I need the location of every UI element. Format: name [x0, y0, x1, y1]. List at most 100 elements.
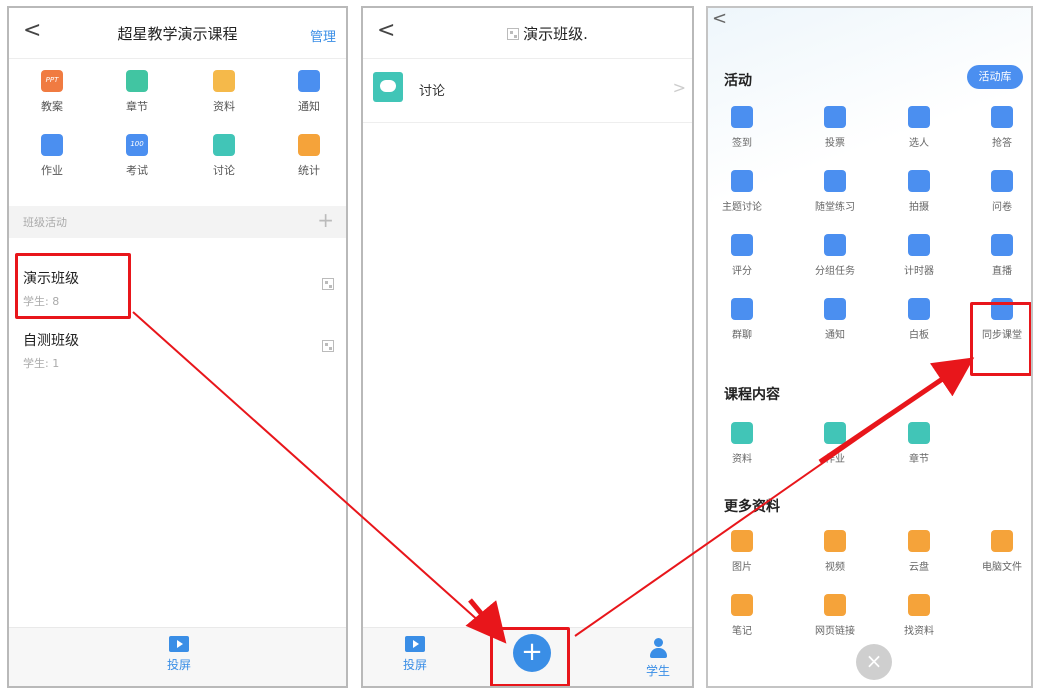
tool-panel3-more-3[interactable]: 电脑文件 [972, 530, 1031, 573]
tool-label: 选人 [909, 138, 929, 149]
activities-heading: 活动 [724, 73, 752, 89]
tool-panel3-course-0[interactable]: 资料 [712, 422, 772, 465]
header: < 演示班级. [363, 8, 692, 59]
tool-panel3-activities-4[interactable]: 主题讨论 [712, 170, 772, 213]
tool-panel3-activities-3[interactable]: 抢答 [972, 106, 1031, 149]
screen-cast-label: 投屏 [166, 658, 191, 672]
list-icon [908, 422, 930, 444]
back-icon[interactable]: < [712, 8, 727, 29]
play-icon [991, 234, 1013, 256]
tool-panel3-more-5[interactable]: 网页链接 [805, 594, 865, 637]
video-icon [824, 530, 846, 552]
highlight-box [490, 627, 570, 686]
highlight-box [15, 253, 131, 319]
tool-panel3-more-1[interactable]: 视频 [805, 530, 865, 573]
tool-panel3-activities-10[interactable]: 计时器 [889, 234, 949, 277]
discussion-row[interactable]: 讨论 > [363, 60, 692, 123]
manage-button[interactable]: 管理 [310, 26, 336, 45]
tool-label: 作业 [41, 164, 63, 177]
tool-panel3-activities-5[interactable]: 随堂练习 [805, 170, 865, 213]
tool-panel3-activities-7[interactable]: 问卷 [972, 170, 1031, 213]
tool-panel3-more-6[interactable]: 找资料 [889, 594, 949, 637]
tap-icon [731, 106, 753, 128]
qr-code-icon[interactable] [322, 340, 334, 352]
screen-cast-button[interactable]: 投屏 [385, 636, 445, 673]
tool-label: 评分 [732, 266, 752, 277]
tool-panel3-activities-1[interactable]: 投票 [805, 106, 865, 149]
tool-label: 笔记 [732, 626, 752, 637]
tool-panel3-course-2[interactable]: 章节 [889, 422, 949, 465]
students-label: 学生 [645, 664, 670, 678]
tool-panel3-more-4[interactable]: 笔记 [712, 594, 772, 637]
screen-cast-label: 投屏 [402, 658, 427, 672]
chat-icon [213, 134, 235, 156]
back-icon[interactable]: < [377, 18, 395, 43]
tool-panel3-activities-13[interactable]: 通知 [805, 298, 865, 341]
qr-code-icon[interactable] [322, 278, 334, 290]
bottom-bar: 投屏 [9, 627, 346, 686]
checklist-icon [824, 234, 846, 256]
link-icon [824, 594, 846, 616]
tool-label: 统计 [298, 164, 320, 177]
screen-cast-icon [405, 636, 425, 652]
tool-label: 签到 [732, 138, 752, 149]
screen-cast-button[interactable]: 投屏 [149, 636, 209, 673]
chevron-right-icon: > [672, 78, 686, 97]
tool-label: 随堂练习 [815, 202, 855, 213]
tool-p1-6[interactable]: 讨论 [189, 134, 259, 178]
bar-chart-icon [824, 106, 846, 128]
course-screen: < 超星教学演示课程 管理 PPT 教案 章节 资料 通知 作业 100 考试 讨论 统计 班级活… [7, 6, 348, 688]
tool-panel3-activities-2[interactable]: 选人 [889, 106, 949, 149]
tool-label: 计时器 [904, 266, 934, 277]
tool-p1-2[interactable]: 资料 [189, 70, 259, 114]
tool-panel3-activities-12[interactable]: 群聊 [712, 298, 772, 341]
speaker-icon [298, 70, 320, 92]
person-icon [649, 638, 667, 658]
tool-label: 教案 [41, 100, 63, 113]
class-students: 学生: 1 [23, 357, 60, 370]
course-content-heading: 课程内容 [724, 387, 780, 403]
qr-code-icon[interactable] [507, 28, 520, 40]
tool-panel3-activities-9[interactable]: 分组任务 [805, 234, 865, 277]
tool-panel3-course-1[interactable]: 作业 [805, 422, 865, 465]
tool-panel3-activities-0[interactable]: 签到 [712, 106, 772, 149]
tool-panel3-activities-11[interactable]: 直播 [972, 234, 1031, 277]
close-button[interactable]: × [856, 644, 892, 680]
activity-library-button[interactable]: 活动库 [967, 65, 1023, 89]
tool-panel3-activities-8[interactable]: 评分 [712, 234, 772, 277]
microphone-icon [991, 106, 1013, 128]
activity-menu-screen: < 活动 活动库 签到 投票 选人 抢答主题讨论 随堂练习 拍摄 问卷评分 分组任务 计时器 直播… [706, 6, 1033, 688]
chat-icon [373, 72, 403, 102]
tool-label: 找资料 [904, 626, 934, 637]
tool-p1-0[interactable]: PPT 教案 [17, 70, 87, 114]
tool-panel3-more-0[interactable]: 图片 [712, 530, 772, 573]
chat-icon [731, 170, 753, 192]
tool-label: 主题讨论 [722, 202, 762, 213]
pencil-doc-icon [824, 422, 846, 444]
tool-p1-4[interactable]: 作业 [17, 134, 87, 178]
class-activity-section: 班级活动 + [9, 206, 346, 238]
tool-p1-5[interactable]: 100 考试 [102, 134, 172, 178]
tool-label: 资料 [732, 454, 752, 465]
quiz-icon [824, 170, 846, 192]
highlight-box [970, 302, 1031, 376]
class-name: 自测班级 [23, 333, 79, 349]
tool-label: 直播 [992, 266, 1012, 277]
more-materials-heading: 更多资料 [724, 499, 780, 515]
tool-label: 网页链接 [815, 626, 855, 637]
tool-label: 抢答 [992, 138, 1012, 149]
tool-panel3-activities-14[interactable]: 白板 [889, 298, 949, 341]
tool-label: 视频 [825, 562, 845, 573]
tool-label: 章节 [126, 100, 148, 113]
tool-p1-1[interactable]: 章节 [102, 70, 172, 114]
tool-panel3-more-2[interactable]: 云盘 [889, 530, 949, 573]
add-class-icon[interactable]: + [317, 208, 334, 232]
tool-label: 分组任务 [815, 266, 855, 277]
tool-p1-7[interactable]: 统计 [274, 134, 344, 178]
tool-panel3-activities-6[interactable]: 拍摄 [889, 170, 949, 213]
cloud-icon [908, 530, 930, 552]
students-button[interactable]: 学生 [646, 638, 670, 679]
tool-p1-3[interactable]: 通知 [274, 70, 344, 114]
class-item-self-test[interactable]: 自测班级 学生: 1 [23, 330, 79, 371]
folder-icon [213, 70, 235, 92]
